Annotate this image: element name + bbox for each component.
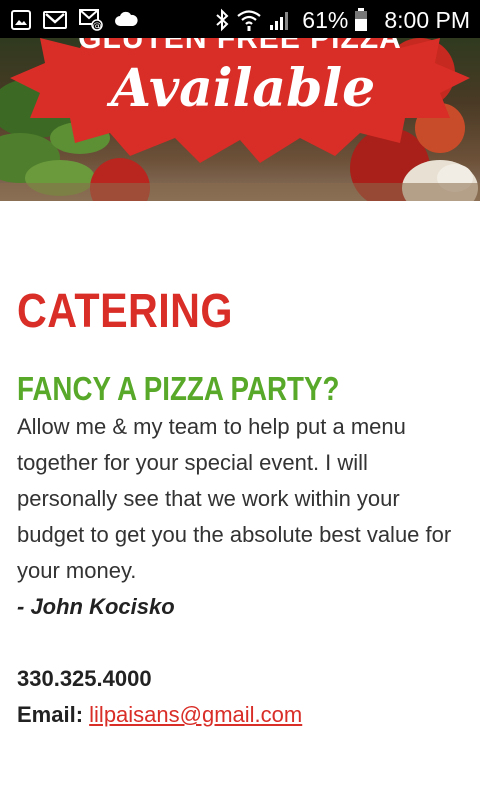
catering-section: CATERING FANCY A PIZZA PARTY? Allow me &…	[17, 285, 467, 733]
notification-icons: @	[10, 7, 138, 33]
system-status: 61% 8:00 PM	[214, 5, 470, 35]
page-title: CATERING	[17, 285, 233, 338]
cloud-icon	[114, 10, 138, 30]
gmail-icon	[42, 9, 68, 31]
email-link[interactable]: lilpaisans@gmail.com	[89, 702, 302, 727]
page: @ 61% 8:00 PM GLUTEN FREE PIZZA Availabl…	[0, 0, 480, 800]
catering-description: Allow me & my team to help put a menu to…	[17, 414, 452, 583]
wifi-icon	[236, 8, 262, 32]
section-subtitle: FANCY A PIZZA PARTY?	[17, 370, 340, 407]
signal-icon	[268, 9, 290, 31]
image-icon	[10, 9, 32, 31]
email-line: Email: lilpaisans@gmail.com	[17, 697, 467, 733]
email-label: Email:	[17, 702, 84, 727]
clock: 8:00 PM	[384, 6, 470, 33]
hero-banner: GLUTEN FREE PIZZA Available	[0, 38, 480, 201]
hero-badge-title: Available	[110, 58, 376, 119]
battery-icon	[354, 8, 368, 32]
status-bar: @ 61% 8:00 PM	[0, 0, 480, 38]
bluetooth-icon	[214, 8, 230, 32]
email-icon: @	[78, 8, 104, 32]
battery-percent: 61%	[302, 6, 349, 33]
svg-text:@: @	[93, 22, 102, 32]
phone-number[interactable]: 330.325.4000	[17, 661, 467, 697]
signature: - John Kocisko	[17, 594, 175, 619]
hero-badge-top-text: GLUTEN FREE PIZZA	[78, 38, 402, 55]
